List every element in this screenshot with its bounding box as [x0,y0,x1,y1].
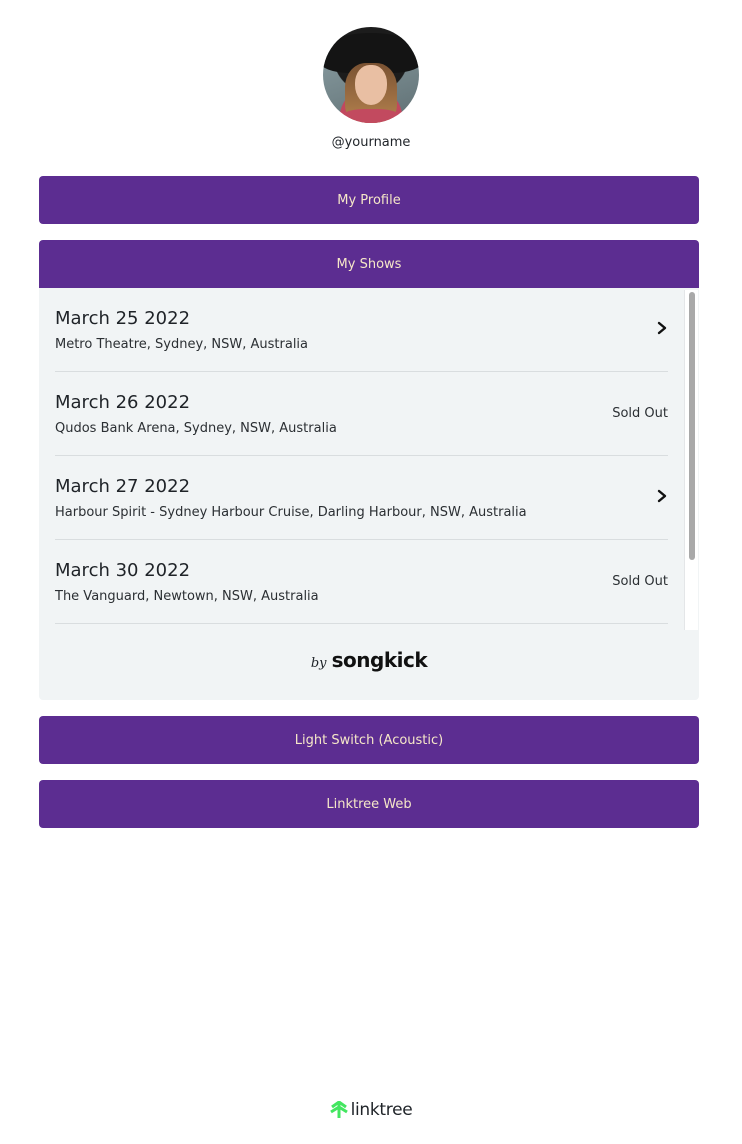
songkick-attribution[interactable]: by songkick [39,648,699,672]
show-date: March 25 2022 [55,308,191,329]
show-date: March 26 2022 [55,392,191,413]
avatar [323,27,419,123]
my-shows-button[interactable]: My Shows [39,240,699,288]
show-date: March 30 2022 [55,560,191,581]
show-venue: Harbour Spirit - Sydney Harbour Cruise, … [55,505,527,520]
my-profile-button[interactable]: My Profile [39,176,699,224]
show-item[interactable]: March 26 2022 Qudos Bank Arena, Sydney, … [55,372,668,456]
sold-out-badge: Sold Out [612,574,668,589]
linktree-logo-icon [329,1101,348,1118]
sold-out-badge: Sold Out [612,406,668,421]
show-item[interactable]: March 30 2022 The Vanguard, Newtown, NSW… [55,540,668,624]
songkick-by-label: by [310,656,327,671]
show-item[interactable]: March 25 2022 Metro Theatre, Sydney, NSW… [55,288,668,372]
linktree-web-button[interactable]: Linktree Web [39,780,699,828]
songkick-logo: songkick [331,648,428,672]
username: @yourname [331,135,411,150]
linktree-logo-text: linktree [350,1100,413,1120]
chevron-right-icon[interactable] [656,488,668,504]
show-venue: Qudos Bank Arena, Sydney, NSW, Australia [55,421,337,436]
scrollbar[interactable] [684,290,698,630]
shows-panel: March 25 2022 Metro Theatre, Sydney, NSW… [39,288,699,700]
scrollbar-thumb[interactable] [689,292,695,560]
show-venue: Metro Theatre, Sydney, NSW, Australia [55,337,309,352]
show-venue: The Vanguard, Newtown, NSW, Australia [55,589,319,604]
show-item[interactable]: March 27 2022 Harbour Spirit - Sydney Ha… [55,456,668,540]
light-switch-button[interactable]: Light Switch (Acoustic) [39,716,699,764]
linktree-footer[interactable]: linktree [0,1100,742,1120]
show-date: March 27 2022 [55,476,191,497]
chevron-right-icon[interactable] [656,320,668,336]
profile-header: @yourname [0,27,742,150]
shows-list[interactable]: March 25 2022 Metro Theatre, Sydney, NSW… [39,288,699,630]
